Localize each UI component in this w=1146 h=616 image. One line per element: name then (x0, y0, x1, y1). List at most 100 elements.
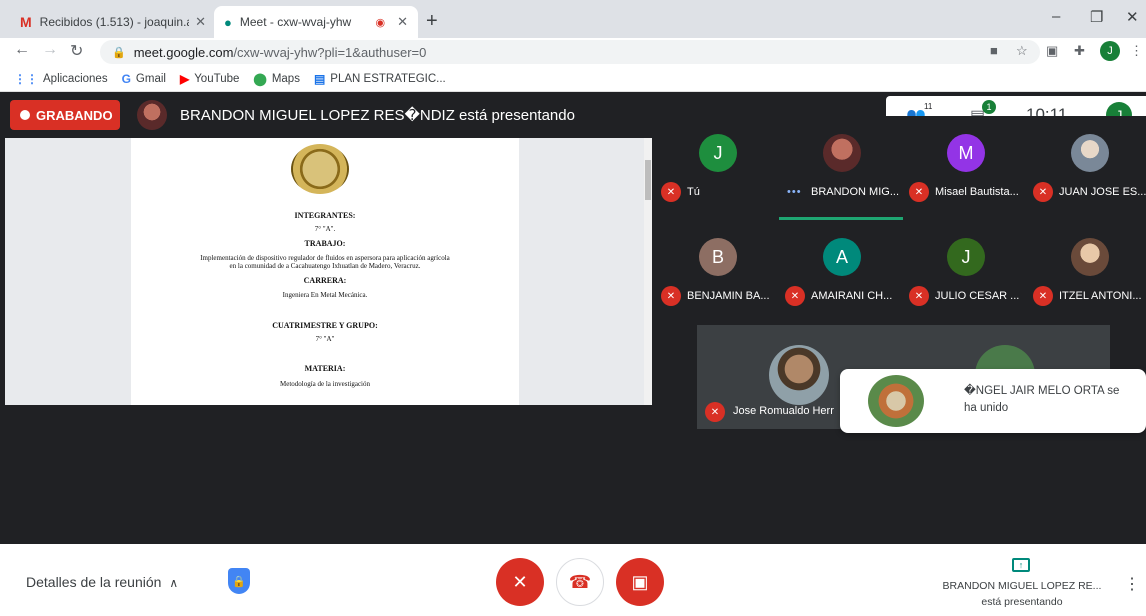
mic-off-icon: ✕ (1033, 182, 1053, 202)
participant-avatar (868, 375, 924, 427)
participant-tile[interactable]: J ✕ JULIO CESAR ... (903, 220, 1027, 324)
avatar: M (947, 134, 985, 172)
bookmark-label: Maps (271, 72, 300, 85)
more-options-icon[interactable]: ⋮ (1124, 574, 1140, 594)
participant-name: JULIO CESAR ... (935, 290, 1020, 302)
address-bar[interactable]: 🔒 meet.google.com /cxw-wvaj-yhw?pli=1&au… (100, 40, 1040, 64)
recording-dot-icon (20, 110, 30, 120)
gmail-icon: M (20, 14, 32, 30)
maps-pin-icon: ⬤ (253, 71, 267, 86)
scrollbar-thumb[interactable] (645, 160, 651, 200)
join-notification: �NGEL JAIR MELO ORTA se ha unido (840, 369, 1146, 433)
avatar (823, 134, 861, 172)
tab-meet[interactable]: ● Meet - cxw-wvaj-yhw ◉ ✕ (214, 6, 418, 38)
bookmark-gmail[interactable]: G Gmail (122, 72, 166, 86)
forward-icon[interactable]: → (42, 41, 58, 59)
apps-grid-icon: ⋮⋮ (14, 71, 38, 86)
bookmark-youtube[interactable]: ▶ YouTube (180, 72, 239, 86)
participant-video (769, 345, 829, 405)
url-host: meet.google.com (133, 44, 234, 60)
participant-name: ITZEL ANTONI... (1059, 290, 1142, 302)
slide-line: MATERIA: (304, 364, 346, 373)
url-path: /cxw-wvaj-yhw?pli=1&authuser=0 (233, 44, 427, 60)
participant-grid: J ✕ Tú ••• BRANDON MIG... M ✕ Misael Bau… (653, 116, 1146, 330)
mic-off-icon: ✕ (909, 182, 929, 202)
shield-lock-icon[interactable]: 🔒 (228, 568, 250, 594)
new-tab-button[interactable]: + (426, 10, 438, 33)
mic-off-icon: ✕ (661, 286, 681, 306)
avatar (1071, 134, 1109, 172)
close-icon[interactable]: ✕ (195, 14, 206, 30)
tab-title: Meet - cxw-wvaj-yhw (239, 15, 352, 29)
participant-name: Jose Romualdo Herr (733, 405, 834, 417)
tab-gmail[interactable]: M Recibidos (1.513) - joaquin.alvare ✕ (10, 6, 216, 38)
participant-name: AMAIRANI CH... (811, 290, 893, 302)
lock-icon: 🔒 (112, 46, 126, 59)
presenter-name: BRANDON MIGUEL LOPEZ RE... (942, 580, 1102, 592)
puzzle-icon[interactable]: ✚ (1074, 43, 1085, 59)
avatar: J (699, 134, 737, 172)
participant-tile[interactable]: M ✕ Misael Bautista... (903, 116, 1027, 220)
recording-label: GRABANDO (36, 107, 113, 123)
participant-tile[interactable]: ✕ JUAN JOSE ES... (1027, 116, 1146, 220)
mic-off-icon: ✕ (1033, 286, 1053, 306)
participant-tile[interactable]: J ✕ Tú (655, 116, 779, 220)
participant-name: BRANDON MIG... (811, 186, 900, 198)
slide-scrollbar[interactable] (644, 138, 652, 405)
youtube-icon: ▶ (179, 71, 190, 86)
mic-off-icon: ✕ (661, 182, 681, 202)
participant-tile[interactable]: ••• BRANDON MIG... (779, 116, 903, 220)
slide-line: CARRERA: (303, 276, 347, 285)
participant-tile[interactable]: A ✕ AMAIRANI CH... (779, 220, 903, 324)
restore-icon[interactable]: ❐ (1090, 8, 1103, 26)
camera-icon[interactable]: ■ (990, 43, 998, 58)
slide-line: Metodología de la investigación (279, 380, 370, 388)
mic-off-icon: ✕ (512, 571, 528, 592)
participant-tile[interactable]: B ✕ BENJAMIN BA... (655, 220, 779, 324)
present-now-icon[interactable]: ↑ (1012, 558, 1030, 572)
recording-dot-icon: ◉ (375, 16, 386, 29)
chat-badge: 1 (982, 100, 996, 114)
close-icon[interactable]: ✕ (397, 14, 408, 30)
avatar: B (699, 238, 737, 276)
participant-name: JUAN JOSE ES... (1059, 186, 1146, 198)
bookmark-label: PLAN ESTRATEGIC... (330, 72, 446, 85)
slide-line: en la comunidad de a Cacahuatengo Ixhuat… (229, 262, 421, 270)
presenter-status: está presentando (981, 596, 1063, 608)
camera-toggle-button[interactable]: ▣ (616, 558, 664, 606)
doc-icon: ▤ (313, 71, 326, 86)
hang-up-button[interactable]: ☎ (556, 558, 604, 606)
presentation-area: INTEGRANTES: 7° "A". TRABAJO: Implementa… (5, 138, 652, 405)
bookmark-label: YouTube (194, 72, 240, 85)
meeting-details-button[interactable]: Detalles de la reunión ∧ (26, 574, 178, 590)
back-icon[interactable]: ← (14, 41, 30, 59)
notification-text: �NGEL JAIR MELO ORTA se ha unido (964, 385, 1120, 414)
menu-icon[interactable]: ⋮ (1130, 43, 1143, 59)
google-icon: G (121, 71, 131, 86)
camera-off-icon: ▣ (631, 571, 649, 592)
tab-title: Recibidos (1.513) - joaquin.alvare (39, 15, 189, 29)
chevron-up-icon: ∧ (169, 576, 179, 590)
slide-line: Implementación de dispositivo regulador … (200, 254, 450, 262)
bookmark-plan[interactable]: ▤ PLAN ESTRATEGIC... (314, 72, 446, 86)
institution-seal (291, 144, 349, 194)
minimize-icon[interactable]: – (1052, 8, 1060, 25)
slide-line: 7° "A" (315, 335, 335, 343)
meeting-details-label: Detalles de la reunión (26, 574, 162, 590)
avatar: A (823, 238, 861, 276)
star-icon[interactable]: ☆ (1016, 43, 1028, 59)
bookmark-apps[interactable]: ⋮⋮ Aplicaciones (14, 72, 108, 86)
presentation-slide: INTEGRANTES: 7° "A". TRABAJO: Implementa… (131, 138, 519, 405)
slide-line: INTEGRANTES: (294, 211, 356, 220)
participant-name: Tú (687, 186, 700, 198)
speaking-indicator-icon: ••• (787, 186, 802, 198)
mic-toggle-button[interactable]: ✕ (496, 558, 544, 606)
slide-line: TRABAJO: (304, 239, 346, 248)
bookmark-maps[interactable]: ⬤ Maps (253, 72, 300, 86)
extension-icon[interactable]: ▣ (1046, 43, 1058, 59)
reload-icon[interactable]: ↻ (70, 41, 83, 61)
profile-avatar[interactable]: J (1100, 41, 1120, 61)
participant-tile[interactable]: ✕ ITZEL ANTONI... (1027, 220, 1146, 324)
close-window-icon[interactable]: ✕ (1126, 8, 1139, 26)
mic-off-icon: ✕ (909, 286, 929, 306)
